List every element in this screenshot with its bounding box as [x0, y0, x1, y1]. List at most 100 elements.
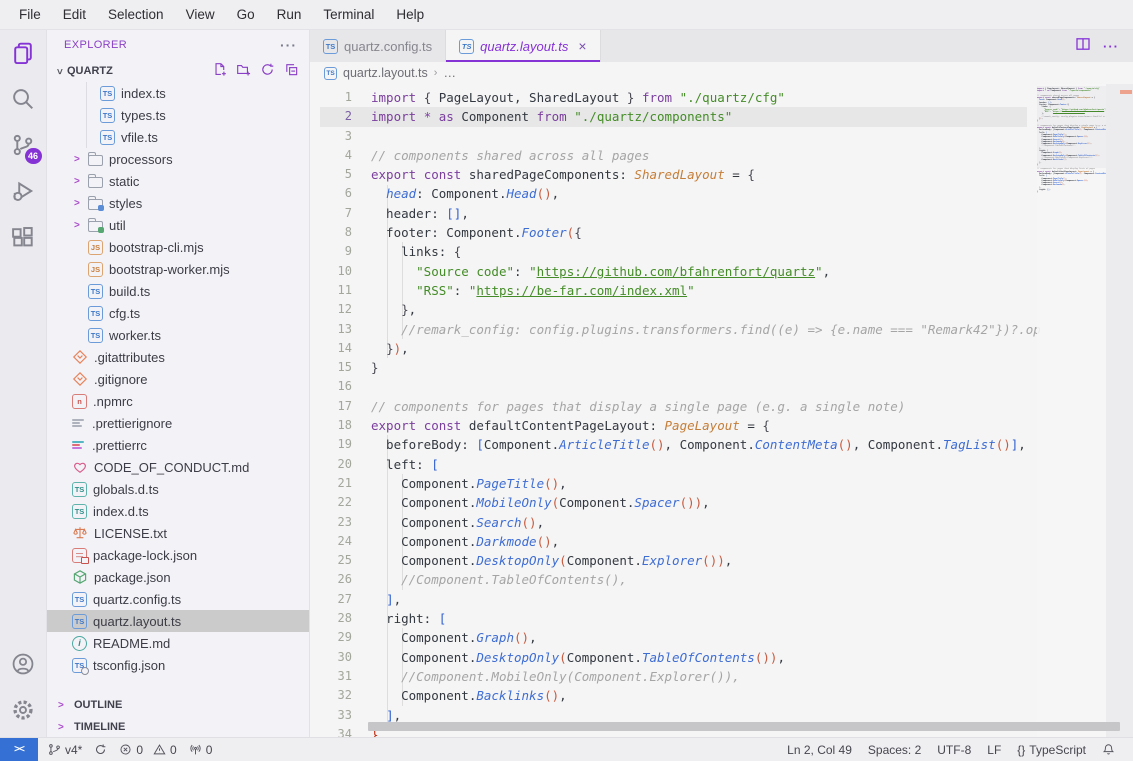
- code-token[interactable]: [416, 167, 424, 182]
- code-token[interactable]: export: [371, 418, 416, 433]
- tree-file-cfg-ts[interactable]: TScfg.ts: [47, 302, 309, 324]
- sidebar-panel-timeline[interactable]: > TIMELINE: [47, 716, 309, 737]
- code-token[interactable]: ,: [529, 630, 537, 645]
- code-token[interactable]: ,: [552, 186, 560, 201]
- code-token[interactable]: sharedPageComponents:: [461, 167, 634, 182]
- code-token[interactable]: [: [431, 457, 439, 472]
- code-token[interactable]: DesktopOnly: [476, 553, 559, 568]
- code-token[interactable]: ,: [559, 476, 567, 491]
- code-token[interactable]: [371, 341, 386, 356]
- code-token[interactable]: // components shared across all pages: [371, 148, 649, 163]
- code-token[interactable]: [371, 708, 386, 723]
- code-token[interactable]: :: [454, 283, 469, 298]
- code-token[interactable]: Component.: [484, 437, 559, 452]
- status-item-error-icon[interactable]: 00: [113, 738, 182, 761]
- collapse-all-icon[interactable]: [284, 62, 299, 80]
- code-token[interactable]: Component.: [567, 553, 642, 568]
- tree-folder-styles[interactable]: >styles: [47, 192, 309, 214]
- code-token[interactable]: ,: [394, 592, 402, 607]
- code-token[interactable]: MobileOnly: [476, 495, 551, 510]
- code-token[interactable]: [371, 283, 416, 298]
- code-token[interactable]: ,: [461, 206, 469, 221]
- code-line-27[interactable]: 27 ],: [310, 590, 1133, 609]
- code-token[interactable]: [371, 572, 401, 587]
- tree-file-package-json[interactable]: package.json: [47, 566, 309, 588]
- code-token[interactable]: https://be-far.com/index.xml: [476, 283, 687, 298]
- code-token[interactable]: Component.: [371, 553, 476, 568]
- tree-file--prettierignore[interactable]: .prettierignore: [47, 412, 309, 434]
- tree-file-license-txt[interactable]: LICENSE.txt: [47, 522, 309, 544]
- code-token[interactable]: //Component.TableOfContents(),: [401, 572, 627, 587]
- code-token[interactable]: :: [514, 264, 529, 279]
- extensions-icon[interactable]: [0, 214, 47, 260]
- status-item-bell-icon[interactable]: [1094, 738, 1123, 761]
- code-line-11[interactable]: 11 "RSS": "https://be-far.com/index.xml": [310, 281, 1133, 300]
- tab-quartz-layout[interactable]: TS quartz.layout.ts ×: [446, 30, 600, 62]
- horizontal-scrollbar[interactable]: [368, 722, 1120, 731]
- code-token[interactable]: const: [424, 167, 462, 182]
- run-debug-icon[interactable]: [0, 168, 47, 214]
- code-token[interactable]: Component.: [371, 688, 476, 703]
- code-line-9[interactable]: 9 links: {: [310, 242, 1133, 261]
- code-token[interactable]: Component.: [371, 495, 476, 510]
- code-token[interactable]: links:: [371, 244, 454, 259]
- code-line-26[interactable]: 26 //Component.TableOfContents(),: [310, 570, 1133, 589]
- new-file-icon[interactable]: [212, 62, 227, 80]
- tree-file-worker-ts[interactable]: TSworker.ts: [47, 324, 309, 346]
- refresh-icon[interactable]: [260, 62, 275, 80]
- code-token[interactable]: [: [476, 437, 484, 452]
- tree-file-bootstrap-worker-mjs[interactable]: JSbootstrap-worker.mjs: [47, 258, 309, 280]
- code-token[interactable]: DesktopOnly: [476, 650, 559, 665]
- code-token[interactable]: {: [747, 167, 755, 182]
- workspace-section-header[interactable]: > QUARTZ: [47, 60, 309, 82]
- code-token[interactable]: [431, 109, 439, 124]
- code-line-8[interactable]: 8 footer: Component.Footer({: [310, 223, 1133, 242]
- new-folder-icon[interactable]: [236, 62, 251, 80]
- code-token[interactable]: (): [544, 688, 559, 703]
- code-token[interactable]: (): [522, 515, 537, 530]
- code-token[interactable]: {: [454, 244, 462, 259]
- code-token[interactable]: (): [996, 437, 1011, 452]
- breadcrumb[interactable]: TS quartz.layout.ts › …: [310, 62, 1133, 84]
- code-token[interactable]: [371, 322, 401, 337]
- menu-edit[interactable]: Edit: [52, 0, 97, 30]
- code-token[interactable]: SharedLayout: [634, 167, 724, 182]
- code-line-2[interactable]: 2import * as Component from "./quartz/co…: [310, 107, 1133, 126]
- code-token[interactable]: (): [514, 630, 529, 645]
- code-token[interactable]: }: [401, 302, 409, 317]
- code-token[interactable]: Component.: [567, 650, 642, 665]
- code-token[interactable]: ,: [559, 688, 567, 703]
- code-token[interactable]: export: [371, 167, 416, 182]
- code-token[interactable]: import: [371, 109, 416, 124]
- tree-file-build-ts[interactable]: TSbuild.ts: [47, 280, 309, 302]
- code-token[interactable]: "./quartz/components": [574, 109, 732, 124]
- tree-file--gitignore[interactable]: .gitignore: [47, 368, 309, 390]
- menu-terminal[interactable]: Terminal: [312, 0, 385, 30]
- code-line-4[interactable]: 4// components shared across all pages: [310, 146, 1133, 165]
- code-token[interactable]: }: [386, 341, 394, 356]
- code-line-1[interactable]: 1import { PageLayout, SharedLayout } fro…: [310, 88, 1133, 107]
- code-line-10[interactable]: 10 "Source code": "https://github.com/bf…: [310, 262, 1133, 281]
- code-token[interactable]: [416, 109, 424, 124]
- tree-file-vfile-ts[interactable]: TSvfile.ts: [47, 126, 309, 148]
- code-token[interactable]: {: [574, 225, 582, 240]
- code-line-30[interactable]: 30 Component.DesktopOnly(Component.Table…: [310, 648, 1133, 667]
- code-token[interactable]: Component.: [371, 515, 476, 530]
- code-token[interactable]: ": [815, 264, 823, 279]
- code-token[interactable]: (): [680, 495, 695, 510]
- code-line-3[interactable]: 3: [310, 127, 1133, 146]
- code-token[interactable]: [371, 669, 401, 684]
- status-item-typescript[interactable]: {}TypeScript: [1009, 738, 1094, 761]
- code-token[interactable]: right:: [371, 611, 439, 626]
- tree-file-quartz-layout-ts[interactable]: TSquartz.layout.ts: [47, 610, 309, 632]
- split-editor-icon[interactable]: [1075, 36, 1091, 57]
- menu-help[interactable]: Help: [385, 0, 435, 30]
- code-token[interactable]: [416, 418, 424, 433]
- explorer-icon[interactable]: [0, 30, 47, 76]
- code-token[interactable]: =: [725, 167, 748, 182]
- code-token[interactable]: [371, 264, 416, 279]
- code-token[interactable]: ArticleTitle: [559, 437, 649, 452]
- breadcrumb-file[interactable]: quartz.layout.ts: [343, 66, 428, 80]
- code-line-21[interactable]: 21 Component.PageTitle(),: [310, 474, 1133, 493]
- code-line-18[interactable]: 18export const defaultContentPageLayout:…: [310, 416, 1133, 435]
